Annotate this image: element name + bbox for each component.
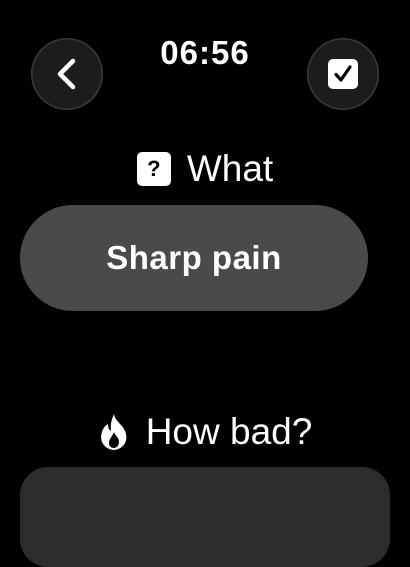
how-bad-selector-button[interactable]	[20, 467, 390, 567]
question-mark-icon: ?	[136, 152, 171, 186]
checkbox-checked-icon	[328, 59, 358, 89]
what-selected-value: Sharp pain	[106, 239, 282, 276]
how-bad-label: How bad?	[145, 411, 313, 452]
what-selector-button[interactable]: Sharp pain	[20, 205, 368, 311]
done-button[interactable]	[307, 38, 379, 110]
how-bad-section-header: How bad?	[0, 409, 410, 455]
what-label: What	[186, 148, 274, 189]
what-section-header: ? What	[0, 146, 410, 192]
flame-icon	[100, 414, 127, 450]
